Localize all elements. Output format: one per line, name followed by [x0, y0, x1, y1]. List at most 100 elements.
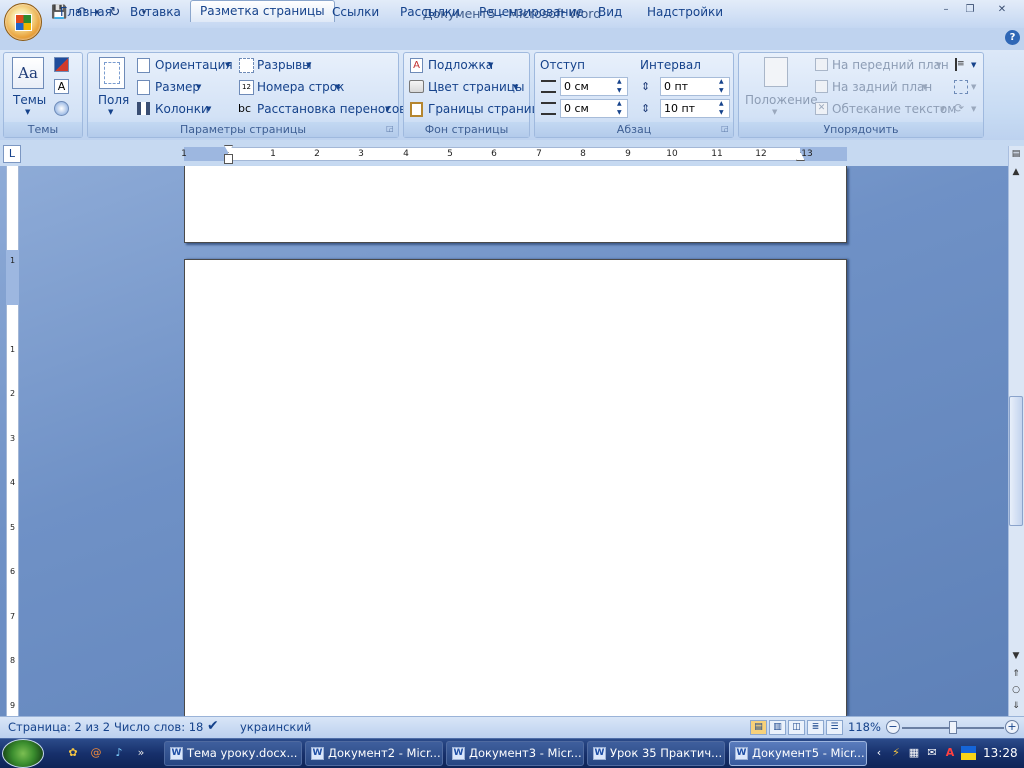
tab-references[interactable]: Ссылки	[326, 2, 385, 22]
columns-dropdown-icon[interactable]: ▼	[206, 105, 211, 113]
clock[interactable]: 13:28	[983, 746, 1018, 760]
line-numbers-button[interactable]: Номера строк	[257, 78, 344, 96]
zoom-level[interactable]: 118%	[848, 720, 881, 734]
help-icon[interactable]: ?	[1005, 30, 1020, 45]
ruler-toggle-icon[interactable]: ▤	[1008, 146, 1024, 162]
tab-page-layout[interactable]: Разметка страницы	[190, 0, 335, 22]
tray-power-icon[interactable]: ⚡	[889, 746, 903, 760]
ruler-number: 6	[491, 149, 497, 159]
line-numbers-dropdown-icon[interactable]: ▼	[335, 83, 340, 91]
theme-fonts-icon[interactable]: A	[54, 79, 69, 94]
orientation-dropdown-icon[interactable]: ▼	[225, 61, 230, 69]
quicklaunch-arrow-icon[interactable]: »	[134, 746, 148, 760]
web-layout-view-icon[interactable]: ◫	[788, 720, 805, 735]
tray-network-icon[interactable]: ▦	[907, 746, 921, 760]
margins-icon[interactable]	[99, 57, 125, 89]
taskbar-item[interactable]: W Документ3 - Micr...	[446, 741, 584, 766]
previous-page-icon[interactable]: ⇑	[1008, 666, 1024, 682]
page-color-button[interactable]: Цвет страницы	[428, 78, 524, 96]
outline-view-icon[interactable]: ≣	[807, 720, 824, 735]
align-icon[interactable]: ≡	[955, 58, 969, 71]
left-indent-marker[interactable]	[224, 154, 233, 164]
margins-button[interactable]: Поля	[98, 91, 129, 109]
spacing-before-spin-icon[interactable]: ▲ ▼	[719, 77, 724, 95]
watermark-dropdown-icon[interactable]: ▼	[488, 61, 493, 69]
tab-view[interactable]: Вид	[592, 2, 628, 22]
page-count-status[interactable]: Страница: 2 из 2	[8, 720, 110, 734]
themes-icon[interactable]: Aa	[12, 57, 44, 89]
taskbar-item-active[interactable]: W Документ5 - Micr...	[729, 741, 867, 766]
close-button[interactable]: ✕	[990, 2, 1014, 17]
spacing-after-spin-icon[interactable]: ▲ ▼	[719, 99, 724, 117]
tray-language-flag-icon[interactable]	[961, 746, 976, 760]
scroll-up-icon[interactable]: ▲	[1008, 164, 1024, 180]
tab-review[interactable]: Рецензирование	[473, 2, 590, 22]
hyphenation-dropdown-icon[interactable]: ▼	[385, 105, 390, 113]
minimize-button[interactable]: –	[934, 2, 958, 17]
margins-dropdown-icon[interactable]: ▼	[108, 108, 113, 116]
align-dropdown-icon[interactable]: ▼	[971, 61, 976, 69]
taskbar-item[interactable]: W Урок 35 Практич...	[587, 741, 725, 766]
breaks-dropdown-icon[interactable]: ▼	[306, 61, 311, 69]
page-setup-launcher-icon[interactable]: ◲	[386, 124, 394, 133]
office-logo-icon	[15, 14, 32, 31]
select-browse-object-icon[interactable]: ○	[1008, 682, 1024, 698]
language-status[interactable]: украинский	[240, 720, 311, 734]
paragraph-launcher-icon[interactable]: ◲	[721, 124, 729, 133]
scroll-down-icon[interactable]: ▼	[1008, 648, 1024, 664]
zoom-in-button[interactable]: +	[1005, 720, 1019, 734]
size-button[interactable]: Размер	[155, 78, 200, 96]
document-page-2[interactable]	[184, 259, 847, 716]
butterfly-icon[interactable]: ✿	[66, 746, 80, 760]
restore-button[interactable]: ❐	[958, 2, 982, 17]
print-layout-view-icon[interactable]: ▤	[750, 720, 767, 735]
taskbar-item[interactable]: W Тема уроку.docx...	[164, 741, 302, 766]
tab-home[interactable]: Главная	[54, 2, 118, 22]
media-icon[interactable]: ♪	[112, 746, 126, 760]
document-page-1[interactable]	[184, 166, 847, 243]
vruler-number: 8	[9, 656, 16, 665]
tray-expand-icon[interactable]: ‹	[872, 746, 886, 760]
breaks-button[interactable]: Разрывы	[257, 56, 312, 74]
horizontal-ruler[interactable]	[184, 147, 847, 161]
word-icon: W	[452, 747, 465, 760]
send-back-icon	[815, 80, 828, 93]
indent-right-spin-icon[interactable]: ▲ ▼	[617, 99, 622, 117]
word-count-status[interactable]: Число слов: 18	[114, 720, 203, 734]
vruler-number: 1	[9, 345, 16, 354]
zoom-slider-thumb[interactable]	[949, 721, 957, 734]
tab-selector[interactable]: L	[3, 145, 21, 163]
draft-view-icon[interactable]: ☰	[826, 720, 843, 735]
indent-left-spin-icon[interactable]: ▲ ▼	[617, 77, 622, 95]
size-dropdown-icon[interactable]: ▼	[196, 83, 201, 91]
theme-colors-icon[interactable]	[54, 57, 69, 72]
watermark-button[interactable]: Подложка	[428, 56, 493, 74]
tab-addins[interactable]: Надстройки	[641, 2, 729, 22]
tab-mailings[interactable]: Рассылки	[394, 2, 466, 22]
themes-dropdown-icon[interactable]: ▼	[25, 108, 30, 116]
orientation-button[interactable]: Ориентация	[155, 56, 233, 74]
start-button[interactable]	[2, 739, 44, 768]
theme-effects-icon[interactable]	[54, 101, 69, 116]
page-color-dropdown-icon[interactable]: ▼	[513, 83, 518, 91]
next-page-icon[interactable]: ⇓	[1008, 698, 1024, 714]
columns-button[interactable]: Колонки	[155, 100, 209, 118]
office-button[interactable]	[4, 3, 42, 41]
tray-antivirus-icon[interactable]: A	[943, 746, 957, 760]
tray-mail-icon[interactable]: ✉	[925, 746, 939, 760]
proofing-icon[interactable]: ✔	[207, 718, 219, 734]
indent-right-icon	[541, 102, 556, 115]
ruler-number: 11	[711, 149, 723, 159]
email-at-icon[interactable]: @	[89, 746, 103, 760]
page-color-icon	[409, 80, 424, 93]
full-screen-reading-view-icon[interactable]: ▥	[769, 720, 786, 735]
themes-button[interactable]: Темы	[13, 91, 46, 109]
ruler-number: 9	[625, 149, 631, 159]
scroll-thumb[interactable]	[1009, 396, 1023, 526]
page-borders-button[interactable]: Границы страниц	[428, 100, 540, 118]
taskbar-item[interactable]: W Документ2 - Micr...	[305, 741, 443, 766]
tab-insert[interactable]: Вставка	[124, 2, 187, 22]
group-arrange-label: Упорядочить	[739, 122, 983, 137]
zoom-out-button[interactable]: −	[886, 720, 900, 734]
hyphenation-button[interactable]: Расстановка переносов	[257, 100, 406, 118]
